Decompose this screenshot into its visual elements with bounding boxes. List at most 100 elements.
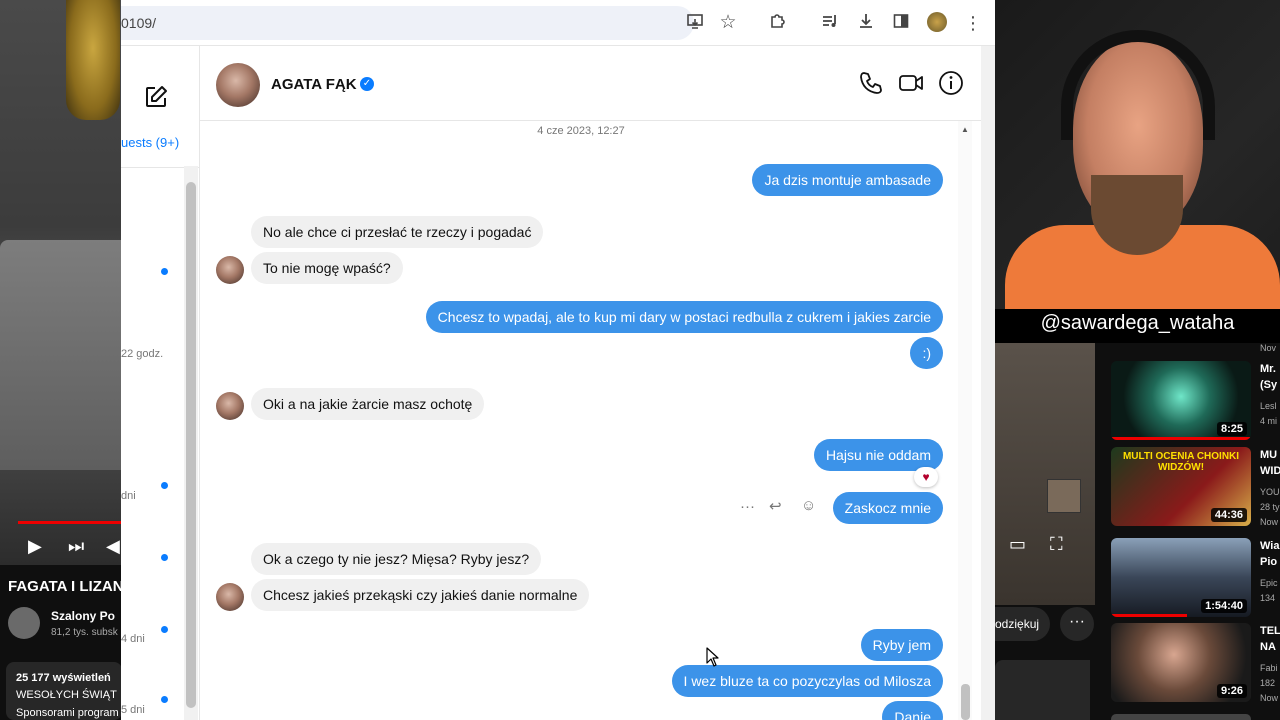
rec-title[interactable]: Mr. xyxy=(1260,363,1276,375)
youtube-video-player[interactable] xyxy=(995,343,1095,605)
phone-call-icon[interactable] xyxy=(858,70,884,96)
extensions-icon[interactable] xyxy=(766,12,788,34)
thread-scroll-thumb[interactable] xyxy=(961,684,970,720)
profile-icon[interactable] xyxy=(927,12,947,32)
rec-meta: 4 mi xyxy=(1260,416,1278,426)
rec-meta: 134 xyxy=(1260,593,1276,603)
browser-window: 0109/ ☆ ⋮ uests (9+) 22 godz. dni 4 dni … xyxy=(121,0,995,720)
recommendations-list: Nov 8:25 Mr. (Sy Lesl 4 mi MULTI OCENIA … xyxy=(1095,343,1280,720)
incoming-message[interactable]: No ale chce ci przesłać te rzeczy i poga… xyxy=(251,216,544,248)
incoming-message[interactable]: Ok a czego ty nie jesz? Mięsa? Ryby jesz… xyxy=(251,543,542,575)
thumbnail-overlay-text: MULTI OCENIA CHOINKI WIDZÓW! xyxy=(1122,451,1240,473)
incoming-message[interactable]: To nie mogę wpaść? xyxy=(251,252,403,284)
streamer-webcam xyxy=(995,0,1280,343)
browser-toolbar: 0109/ ☆ ⋮ xyxy=(121,0,995,46)
more-actions-button[interactable]: ··· xyxy=(1060,607,1094,641)
contact-avatar-small[interactable] xyxy=(216,583,244,611)
sidebar-scroll-thumb[interactable] xyxy=(186,182,196,708)
rec-title[interactable]: TEL xyxy=(1260,625,1280,637)
rec-duration: 9:26 xyxy=(1216,684,1247,698)
incoming-message[interactable]: Chcesz jakieś przekąski czy jakieś danie… xyxy=(251,579,590,611)
menu-icon[interactable]: ⋮ xyxy=(962,12,984,34)
thread-scrollbar[interactable] xyxy=(958,121,972,720)
channel-name[interactable]: Szalony Po xyxy=(51,609,115,623)
rec-title[interactable]: Pio xyxy=(1260,556,1277,568)
unread-dot xyxy=(161,554,168,561)
volume-icon[interactable]: ◀ xyxy=(106,537,120,555)
mini-player-avatar[interactable] xyxy=(1047,479,1081,513)
outgoing-message[interactable]: :) xyxy=(910,337,943,369)
message-requests-link[interactable]: uests (9+) xyxy=(121,135,179,150)
chat-time: 22 godz. xyxy=(121,348,164,360)
more-options-icon[interactable]: ··· xyxy=(740,498,755,515)
channel-avatar[interactable] xyxy=(8,607,40,639)
view-count: 25 177 wyświetleń xyxy=(16,672,111,684)
heart-reaction-icon[interactable]: ♥ xyxy=(914,467,938,487)
rec-meta: Now xyxy=(1260,517,1279,527)
rec-duration: 8:25 xyxy=(1216,422,1247,436)
unread-dot xyxy=(161,626,168,633)
page-scrollbar[interactable] xyxy=(981,46,995,720)
headset-image xyxy=(1061,30,1215,140)
outgoing-message[interactable]: Danie xyxy=(882,701,943,720)
media-icon[interactable] xyxy=(819,12,841,34)
info-icon[interactable] xyxy=(938,70,964,96)
scroll-up-arrow-icon[interactable]: ▲ xyxy=(961,125,969,134)
theater-mode-icon[interactable]: ▭ xyxy=(1009,535,1026,553)
fullscreen-icon[interactable]: ⛶ xyxy=(1050,535,1063,553)
sidepanel-icon[interactable] xyxy=(890,12,912,34)
rec-meta: 182 xyxy=(1260,678,1276,688)
rec-title[interactable]: NA xyxy=(1260,641,1276,653)
next-icon[interactable]: ⏭ xyxy=(68,537,84,555)
rec-thumbnail[interactable]: MULTI OCENIA CHOINKI WIDZÓW! 44:36 xyxy=(1111,447,1251,526)
mouse-cursor-icon xyxy=(706,647,720,672)
rec-thumbnail[interactable]: 8:25 xyxy=(1111,361,1251,440)
contact-name[interactable]: AGATA FĄK xyxy=(271,76,357,93)
rec-title[interactable]: WID xyxy=(1260,465,1280,477)
rec-meta: Nov xyxy=(1260,343,1277,353)
rec-meta: YOU xyxy=(1260,487,1280,497)
unread-dot xyxy=(161,268,168,275)
reply-icon[interactable]: ↩ xyxy=(769,497,782,515)
comment-box[interactable] xyxy=(995,660,1090,720)
sofa-image xyxy=(0,240,121,470)
rec-thumbnail[interactable]: 1:54:40 xyxy=(1111,538,1251,617)
contact-avatar-small[interactable] xyxy=(216,392,244,420)
cast-icon[interactable] xyxy=(684,12,706,34)
rec-meta: Now xyxy=(1260,693,1279,703)
download-icon[interactable] xyxy=(855,12,877,34)
watched-bar xyxy=(1111,614,1187,617)
rec-thumbnail[interactable]: 9:26 xyxy=(1111,623,1251,702)
react-icon[interactable]: ☺ xyxy=(801,497,816,514)
video-call-icon[interactable] xyxy=(898,70,924,96)
outgoing-message[interactable]: Zaskocz mnie xyxy=(832,492,943,524)
message-thread: 4 cze 2023, 12:27 Ja dzis montuje ambasa… xyxy=(200,121,995,720)
contact-avatar[interactable] xyxy=(216,63,260,107)
rec-title[interactable]: Wia xyxy=(1260,540,1279,552)
rec-title[interactable]: (Sy xyxy=(1260,379,1277,391)
rec-duration: 44:36 xyxy=(1210,508,1247,522)
video-progress-bar[interactable] xyxy=(18,521,121,524)
thanks-button[interactable]: odziękuj xyxy=(995,607,1050,641)
rec-title[interactable]: MU xyxy=(1260,449,1277,461)
outgoing-message[interactable]: Ja dzis montuje ambasade xyxy=(752,164,943,196)
chat-list-sidebar: uests (9+) 22 godz. dni 4 dni 5 dni xyxy=(121,46,200,720)
url-text[interactable]: 0109/ xyxy=(121,15,156,31)
video-title: FAGATA I LIZAN xyxy=(8,578,121,595)
outgoing-message[interactable]: Ryby jem xyxy=(860,629,943,661)
star-icon[interactable]: ☆ xyxy=(717,12,739,34)
verified-badge-icon: ✓ xyxy=(360,77,374,91)
contact-avatar-small[interactable] xyxy=(216,256,244,284)
play-icon[interactable]: ▶ xyxy=(28,537,42,555)
watched-bar xyxy=(1111,437,1251,440)
outgoing-message[interactable]: Chcesz to wpadaj, ale to kup mi dary w p… xyxy=(425,301,943,333)
chat-time: 5 dni xyxy=(121,704,145,716)
rec-meta: Epic xyxy=(1260,578,1278,588)
incoming-message[interactable]: Oki a na jakie żarcie masz ochotę xyxy=(251,388,485,420)
rec-thumbnail[interactable] xyxy=(1111,714,1251,720)
address-bar[interactable] xyxy=(121,6,694,40)
compose-icon[interactable] xyxy=(143,84,169,110)
trophy-image xyxy=(66,0,120,120)
youtube-left-panel: ▶ ⏭ ◀ FAGATA I LIZAN Szalony Po 81,2 tys… xyxy=(0,0,121,720)
description-line: Sponsorami program xyxy=(16,707,119,719)
